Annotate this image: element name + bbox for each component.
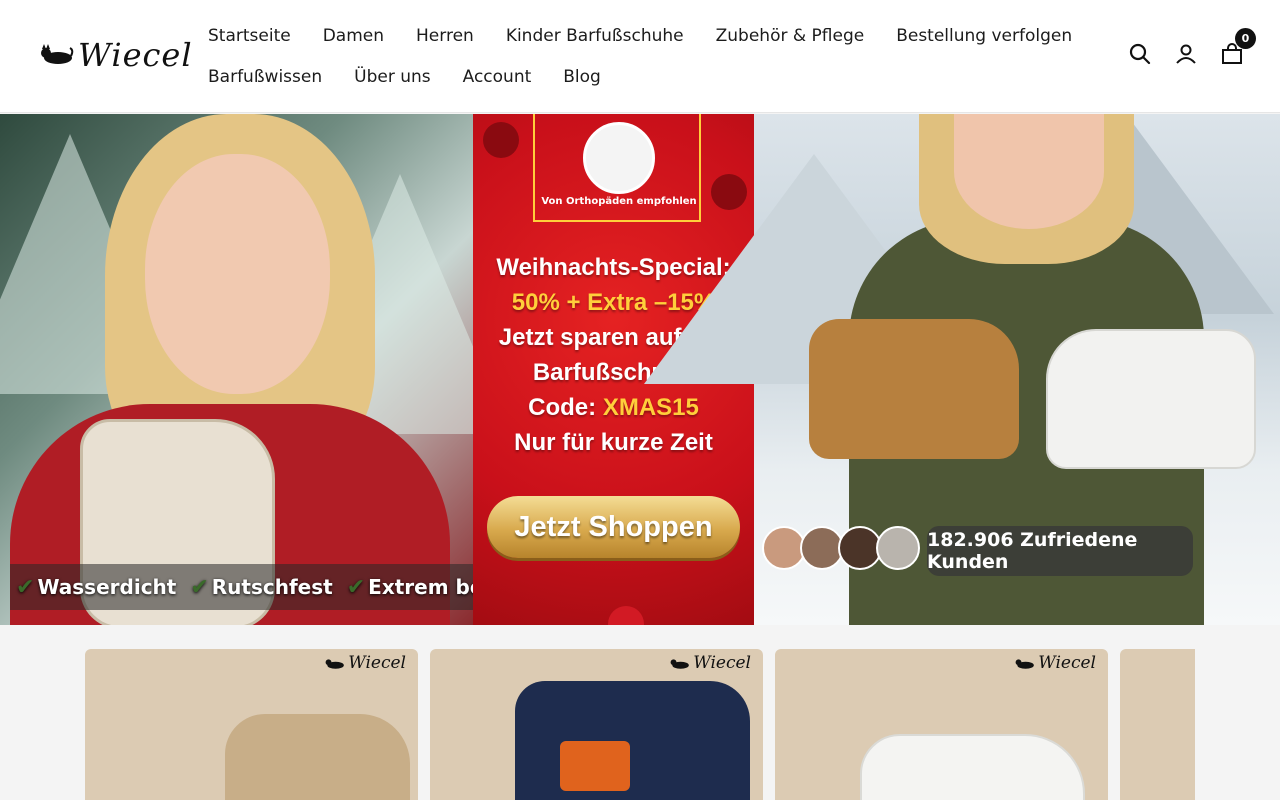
promo-line: Nur für kurze Zeit <box>514 429 713 456</box>
customer-count-badge: 182.906 Zufriedene Kunden <box>927 526 1193 576</box>
main-navigation: Startseite Damen Herren Kinder Barfußsch… <box>208 18 1072 100</box>
brand-logo[interactable]: Wiecel <box>40 36 193 74</box>
promo-code-label: Code: <box>528 394 597 421</box>
nav-link-ueber-uns[interactable]: Über uns <box>354 67 431 87</box>
check-icon: ✔ <box>190 574 209 600</box>
cat-logo-icon <box>1015 658 1035 669</box>
customer-avatar <box>876 526 920 570</box>
card-brand-logo: Wiecel <box>1015 653 1096 673</box>
user-icon[interactable] <box>1174 42 1198 66</box>
product-card[interactable]: Wiecel <box>430 649 763 800</box>
nav-link-bestellung[interactable]: Bestellung verfolgen <box>896 26 1072 46</box>
product-carousel: Wiecel Wiecel Wiecel <box>85 649 1195 800</box>
header-actions: 0 <box>1128 28 1256 66</box>
nav-link-account[interactable]: Account <box>463 67 532 87</box>
woman-face-image <box>954 114 1104 229</box>
tan-shoe-image <box>225 714 410 800</box>
brand-name: Wiecel <box>78 36 193 74</box>
hero-right-panel: 182.906 Zufriedene Kunden <box>644 114 1280 625</box>
check-icon: ✔ <box>16 574 35 600</box>
nav-link-zubehoer[interactable]: Zubehör & Pflege <box>716 26 865 46</box>
cart-count-badge: 0 <box>1235 28 1256 49</box>
nav-link-herren[interactable]: Herren <box>416 26 474 46</box>
shoe-accent <box>560 741 630 791</box>
hero-left-panel: ✔ Wasserdicht ✔ Rutschfest ✔ Extrem bequem <box>0 114 546 625</box>
product-card[interactable]: Wiecel <box>85 649 418 800</box>
white-shoe-image <box>860 734 1085 800</box>
product-card[interactable]: Wiecel <box>775 649 1108 800</box>
shop-now-button[interactable]: Jetzt Shoppen <box>487 496 740 558</box>
nav-link-blog[interactable]: Blog <box>563 67 601 87</box>
cart-icon[interactable]: 0 <box>1220 28 1256 66</box>
customer-avatars <box>762 526 920 570</box>
navy-shoe-image <box>515 681 750 800</box>
site-header: Wiecel Startseite Damen Herren Kinder Ba… <box>0 0 1280 113</box>
product-card[interactable] <box>1120 649 1195 800</box>
search-icon[interactable] <box>1128 42 1152 66</box>
feature-list: ✔ Wasserdicht ✔ Rutschfest ✔ Extrem bequem <box>10 564 546 610</box>
brown-boot-image <box>809 319 1019 459</box>
ornament-decoration <box>483 122 519 158</box>
check-icon: ✔ <box>346 574 366 600</box>
cat-logo-icon <box>325 658 345 669</box>
cat-logo-icon <box>670 658 690 669</box>
white-boot-image <box>1046 329 1256 469</box>
card-brand-logo: Wiecel <box>670 653 751 673</box>
cat-logo-icon <box>41 44 74 64</box>
card-brand-logo: Wiecel <box>325 653 406 673</box>
nav-link-damen[interactable]: Damen <box>323 26 384 46</box>
ornament-decoration <box>608 606 644 625</box>
nav-link-startseite[interactable]: Startseite <box>208 26 291 46</box>
feature-item: ✔ Wasserdicht <box>16 574 177 600</box>
hero-banner[interactable]: ✔ Wasserdicht ✔ Rutschfest ✔ Extrem bequem … <box>0 114 1280 625</box>
woman-face-image <box>145 154 330 394</box>
nav-link-barfusswissen[interactable]: Barfußwissen <box>208 67 322 87</box>
nav-row-1: Startseite Damen Herren Kinder Barfußsch… <box>208 18 1072 54</box>
feature-item: ✔ Rutschfest <box>190 574 333 600</box>
promo-code: XMAS15 <box>602 394 699 421</box>
nav-link-kinder[interactable]: Kinder Barfußschuhe <box>506 26 684 46</box>
promo-code-line: Code: XMAS15 <box>473 390 754 425</box>
nav-row-2: Barfußwissen Über uns Account Blog <box>208 59 1028 95</box>
